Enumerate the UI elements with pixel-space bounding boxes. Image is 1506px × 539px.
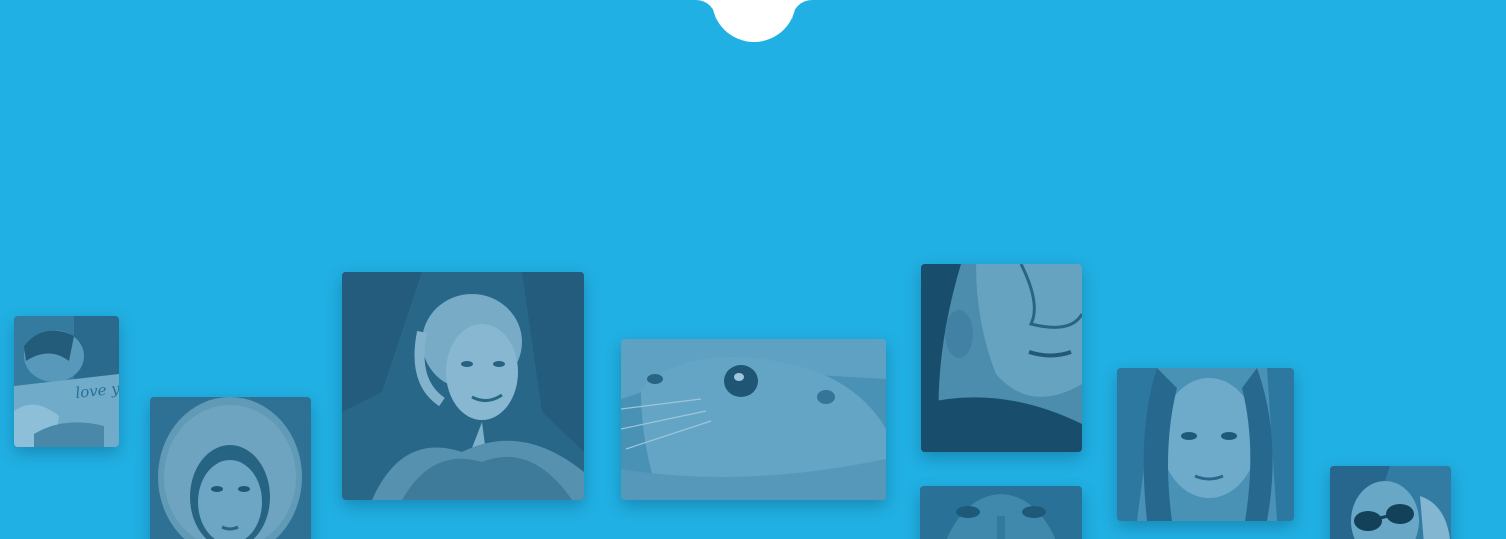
photo-card-seal[interactable] xyxy=(621,339,886,500)
seal-image xyxy=(621,339,886,500)
gallery-stage: love you xyxy=(0,0,1506,539)
hooded-woman-image xyxy=(150,397,311,539)
photo-card-hood[interactable] xyxy=(150,397,311,539)
young-woman-image xyxy=(1117,368,1294,521)
sleeping-person-image: love you xyxy=(14,316,119,447)
smiling-woman-image xyxy=(342,272,584,500)
photo-card-chin[interactable] xyxy=(921,264,1082,452)
sunglasses-woman-image xyxy=(1330,466,1451,539)
lion-image xyxy=(920,486,1082,539)
photo-card-smile[interactable] xyxy=(342,272,584,500)
photo-card-shades[interactable] xyxy=(1330,466,1451,539)
top-notch-tab[interactable] xyxy=(712,0,796,42)
photo-card-stare[interactable] xyxy=(1117,368,1294,521)
photo-card-sleeping[interactable]: love you xyxy=(14,316,119,447)
face-from-below-image xyxy=(921,264,1082,452)
photo-card-lion[interactable] xyxy=(920,486,1082,539)
